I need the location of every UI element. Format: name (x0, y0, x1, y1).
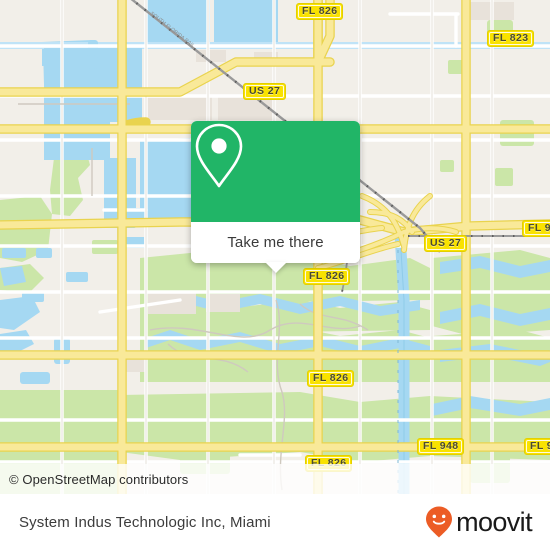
bottom-bar: System Indus Technologic Inc, Miami moov… (0, 494, 550, 550)
road-shield[interactable]: FL 826 (303, 268, 351, 285)
road-shield[interactable]: FL 823 (487, 30, 535, 47)
road-shield[interactable]: FL 9 (524, 438, 550, 455)
canal (394, 233, 410, 494)
popup-graphic (191, 121, 360, 222)
map-canvas[interactable]: SOUTH FLORIDA RAIL FL 826 FL 823 US 27 U… (0, 0, 550, 494)
attribution-text[interactable]: © OpenStreetMap contributors (0, 472, 188, 487)
moovit-wordmark: moovit (456, 507, 533, 537)
destination-popup[interactable]: Take me there (191, 121, 360, 273)
road-shield[interactable]: FL 826 (307, 370, 355, 387)
road-shield[interactable]: FL 948 (417, 438, 465, 455)
road-shield[interactable]: FL 9 (522, 220, 550, 237)
moovit-pin-smiley-icon (426, 506, 453, 538)
road-shield[interactable]: FL 826 (296, 3, 344, 20)
map-page: SOUTH FLORIDA RAIL FL 826 FL 823 US 27 U… (0, 0, 550, 550)
popup-action[interactable]: Take me there (191, 222, 360, 263)
place-title: System Indus Technologic Inc, Miami (19, 513, 271, 531)
moovit-logo[interactable]: moovit (424, 505, 533, 539)
take-me-there-label: Take me there (227, 234, 324, 251)
attribution-bar: © OpenStreetMap contributors (0, 464, 550, 494)
road-shield[interactable]: US 27 (243, 83, 287, 100)
popup-pointer (264, 262, 287, 273)
road-shield[interactable]: US 27 (424, 235, 468, 252)
map-pin-icon (195, 123, 243, 188)
